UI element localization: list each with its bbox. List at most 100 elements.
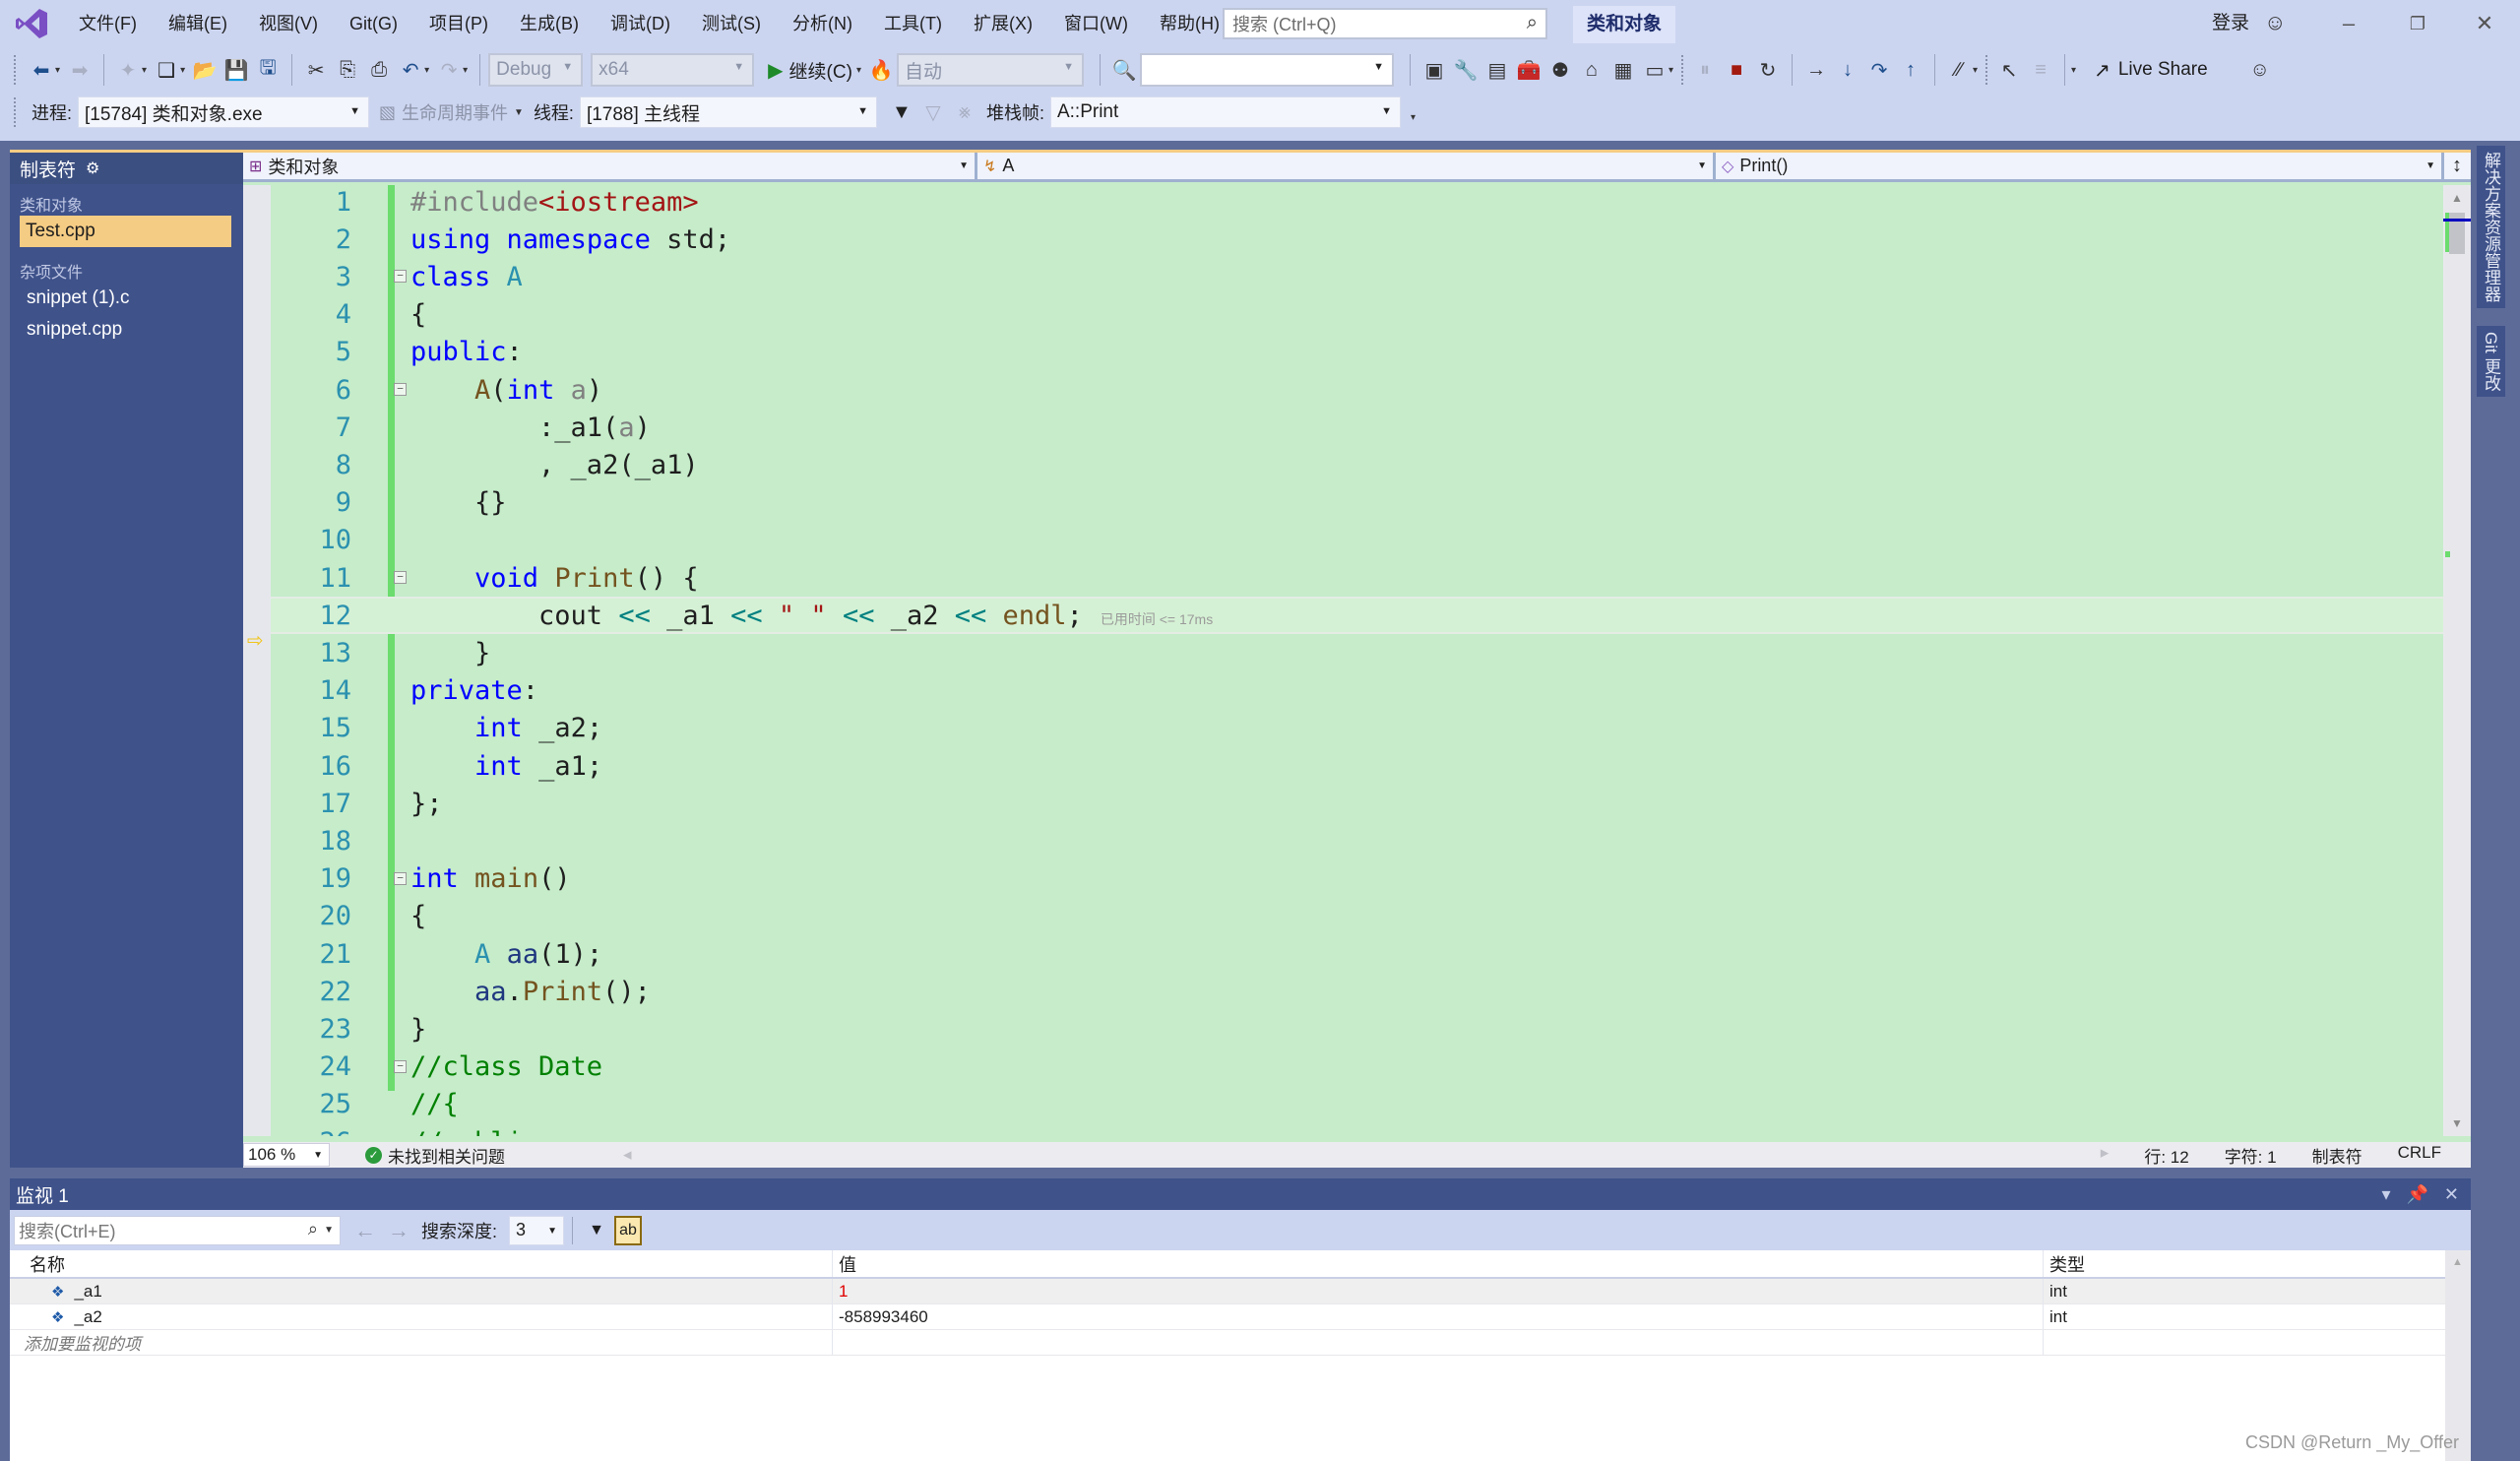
code-line[interactable]: 8 , _a2(_a1) [271, 446, 2443, 483]
add-item-icon[interactable]: ❑ [154, 56, 179, 84]
navigate-back-icon[interactable]: ⬅ [29, 56, 54, 84]
find-in-files-icon[interactable]: 🔍 [1111, 56, 1137, 84]
gear-icon[interactable]: ⚙ [86, 159, 99, 178]
line-indicator[interactable]: 行: 12 [2144, 1143, 2188, 1168]
watch-value-cell[interactable]: 1 [833, 1279, 2044, 1303]
dropdown-arrow-icon[interactable]: ▾ [142, 65, 147, 76]
project-nav-combo[interactable]: ⊞ 类和对象 ▼ [243, 153, 977, 179]
search-next-icon[interactable]: → [388, 1218, 410, 1243]
menu-debug[interactable]: 调试(D) [595, 0, 686, 47]
scroll-right-icon[interactable]: ▸ [2101, 1143, 2110, 1168]
dropdown-arrow-icon[interactable]: ▾ [1973, 65, 1978, 76]
search-icon[interactable]: ⌕ [308, 1219, 318, 1239]
toolbox-icon[interactable]: 🧰 [1516, 56, 1542, 84]
code-line[interactable]: 2 using namespace std; [271, 221, 2443, 258]
code-line[interactable]: 13 } [271, 634, 2443, 671]
code-line[interactable]: 11 − void Print() { [271, 559, 2443, 597]
code-line[interactable]: 23} [271, 1010, 2443, 1048]
collapse-region-icon[interactable]: − [394, 871, 407, 885]
split-editor-icon[interactable]: ↕ [2444, 153, 2470, 179]
redo-icon[interactable]: ↷ [436, 56, 462, 84]
step-into-icon[interactable]: ↓ [1835, 56, 1860, 84]
toolbar-overflow-icon[interactable]: ▾ [2071, 65, 2076, 76]
close-window-button[interactable]: ✕ [2465, 6, 2504, 41]
format-icon[interactable]: ≡ [2028, 56, 2053, 84]
code-line[interactable]: 21 A aa(1); [271, 935, 2443, 973]
solution-explorer-tab[interactable]: 解决方案资源管理器 [2477, 146, 2505, 308]
filter-threads-icon[interactable]: ▼ [889, 98, 914, 126]
column-header-type[interactable]: 类型 [2044, 1250, 2445, 1277]
collapse-region-icon[interactable]: − [394, 270, 407, 284]
auto-combo[interactable]: 自动 ▼ [896, 53, 1084, 87]
code-line[interactable]: 24 −//class Date [271, 1048, 2443, 1086]
select-element-icon[interactable]: ↖ [1996, 56, 2022, 84]
lifecycle-events-button[interactable]: ▧ 生命周期事件 ▼ [379, 99, 524, 125]
menu-file[interactable]: 文件(F) [63, 0, 153, 47]
indent-indicator[interactable]: 制表符 [2312, 1143, 2362, 1168]
restore-button[interactable]: ❐ [2398, 6, 2437, 41]
break-all-icon[interactable]: ⏸ [1692, 56, 1718, 84]
menu-analyze[interactable]: 分析(N) [777, 0, 868, 47]
continue-button[interactable]: ▶ 继续(C) [768, 57, 852, 84]
dropdown-arrow-icon[interactable]: ▾ [55, 65, 60, 76]
minimize-button[interactable]: – [2329, 6, 2368, 41]
dropdown-arrow-icon[interactable]: ▾ [1669, 65, 1673, 76]
class-view-icon[interactable]: ▤ [1484, 56, 1510, 84]
code-line[interactable]: 16 int _a1; [271, 747, 2443, 785]
column-header-name[interactable]: 名称 [10, 1250, 833, 1277]
code-line[interactable]: 14 private: [271, 672, 2443, 710]
code-line[interactable]: 1 #include<iostream> [271, 185, 2443, 221]
menu-project[interactable]: 项目(P) [413, 0, 504, 47]
code-line[interactable]: 18 [271, 822, 2443, 859]
issues-indicator[interactable]: ✓ 未找到相关问题 [365, 1143, 505, 1168]
char-indicator[interactable]: 字符: 1 [2225, 1143, 2277, 1168]
stop-debugging-icon[interactable]: ■ [1724, 56, 1749, 84]
code-line[interactable]: 5 public: [271, 334, 2443, 371]
menu-extensions[interactable]: 扩展(X) [958, 0, 1048, 47]
code-line[interactable]: 20 { [271, 898, 2443, 935]
code-line[interactable]: 17}; [271, 785, 2443, 822]
code-line[interactable]: 12 cout << _a1 << " " << _a2 << endl; 已用时… [271, 597, 2443, 635]
dropdown-arrow-icon[interactable]: ▾ [463, 65, 468, 76]
tab-item-snippet-1-c[interactable]: snippet (1).c [10, 283, 243, 314]
live-share-button[interactable]: ↗ Live Share [2094, 58, 2208, 83]
solution-explorer-icon[interactable]: ▣ [1421, 56, 1447, 84]
watch-row[interactable]: ❖ _a1 1 int [10, 1279, 2445, 1304]
toolbar-grip[interactable] [14, 97, 18, 127]
save-icon[interactable]: 💾 [223, 56, 249, 84]
watch-value-cell[interactable]: -858993460 [833, 1304, 2044, 1329]
properties-icon[interactable]: 🔧 [1453, 56, 1479, 84]
watch-search-input[interactable]: 搜索(Ctrl+E) ⌕ ▼ [14, 1215, 341, 1245]
toolbar-grip[interactable] [1681, 55, 1685, 85]
search-depth-combo[interactable]: 3 ▼ [509, 1215, 565, 1245]
step-over-icon[interactable]: ↷ [1866, 56, 1892, 84]
pin-filter-icon[interactable]: ▼ [583, 1216, 610, 1245]
navigate-forward-icon[interactable]: ➡ [67, 56, 93, 84]
configuration-combo[interactable]: Debug ▼ [488, 53, 584, 87]
new-project-icon[interactable]: ✦ [115, 56, 141, 84]
code-text-area[interactable]: 1 #include<iostream> 2 using namespace std;… [271, 185, 2443, 1136]
add-watch-row[interactable]: 添加要监视的项 [10, 1330, 2445, 1356]
collapse-region-icon[interactable]: − [394, 383, 407, 396]
pin-icon[interactable]: 📌 [2406, 1178, 2427, 1210]
feedback-icon[interactable]: ☺ [2247, 56, 2273, 84]
add-watch-placeholder[interactable]: 添加要监视的项 [10, 1330, 833, 1355]
code-line[interactable]: 15 int _a2; [271, 710, 2443, 747]
process-combo[interactable]: [15784] 类和对象.exe ▼ [78, 96, 370, 128]
hex-display-toggle-icon[interactable]: ab [614, 1215, 643, 1245]
copy-icon[interactable]: ⎘ [335, 56, 360, 84]
menu-build[interactable]: 生成(B) [504, 0, 595, 47]
cut-icon[interactable]: ✂ [303, 56, 329, 84]
code-line[interactable]: 4{ [271, 296, 2443, 334]
paste-icon[interactable]: ⎙ [366, 56, 392, 84]
window-options-icon[interactable]: ▾ [2381, 1178, 2390, 1210]
stackframe-combo[interactable]: A::Print ▼ [1049, 96, 1401, 128]
toolbar-grip[interactable] [14, 55, 18, 85]
hot-reload-icon[interactable]: 🔥 [868, 56, 894, 84]
toolbar-grip[interactable] [1985, 55, 1989, 85]
undo-icon[interactable]: ↶ [398, 56, 423, 84]
comment-out-icon[interactable]: ∕∕ [1946, 56, 1972, 84]
menu-help[interactable]: 帮助(H) [1144, 0, 1235, 47]
team-explorer-icon[interactable]: ⚉ [1547, 56, 1573, 84]
perf-tip[interactable]: 已用时间 <= 17ms [1101, 611, 1213, 627]
